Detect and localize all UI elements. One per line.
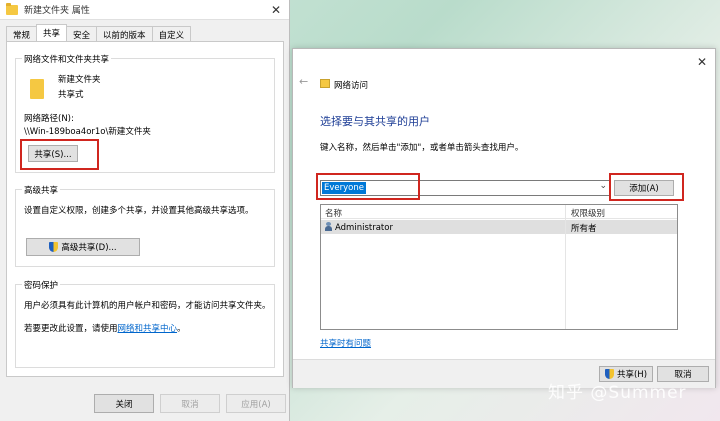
- column-permission[interactable]: 权限级别: [571, 207, 605, 219]
- column-divider: [565, 205, 566, 329]
- properties-titlebar: 新建文件夹 属性 ✕: [0, 0, 289, 20]
- tab-previous-versions[interactable]: 以前的版本: [96, 26, 153, 41]
- network-folder-icon: [320, 79, 330, 88]
- user-name: Administrator: [335, 223, 393, 233]
- permission-cell: 所有者: [571, 224, 597, 234]
- user-cell: Administrator: [325, 222, 393, 233]
- apply-button[interactable]: 应用(A): [226, 394, 286, 413]
- table-header: 名称 权限级别: [321, 205, 677, 219]
- dialog-heading: 选择要与其共享的用户: [320, 115, 430, 128]
- change-setting-suffix: 。: [177, 324, 186, 334]
- close-button[interactable]: 关闭: [94, 394, 154, 413]
- share-button-highlight: [20, 139, 99, 170]
- properties-footer: 关闭 取消 应用(A): [0, 385, 290, 421]
- cancel-button[interactable]: 取消: [160, 394, 220, 413]
- change-setting-text: 若要更改此设置，请使用网络和共享中心。: [24, 322, 186, 334]
- network-sharing-center-link[interactable]: 网络和共享中心: [118, 324, 178, 334]
- network-path-value: \\Win-189boa4or1o\新建文件夹: [24, 127, 151, 137]
- back-arrow-icon[interactable]: ←: [299, 75, 308, 88]
- password-protection-group: 密码保护 用户必须具有此计算机的用户帐户和密码，才能访问共享文件夹。 若要更改此…: [15, 279, 275, 368]
- properties-dialog: 新建文件夹 属性 ✕ 常规 共享 安全 以前的版本 自定义 网络文件和文件夹共享…: [0, 0, 290, 421]
- advanced-sharing-title: 高级共享: [22, 184, 61, 196]
- chevron-down-icon[interactable]: ⌄: [599, 181, 607, 191]
- folder-icon: [6, 2, 18, 15]
- shared-folder-icon: [30, 79, 44, 99]
- tab-general[interactable]: 常规: [6, 26, 38, 41]
- add-button-highlight: [609, 173, 684, 201]
- sharing-help-link[interactable]: 共享时有问题: [320, 337, 371, 349]
- advanced-sharing-description: 设置自定义权限，创建多个共享，并设置其他高级共享选项。: [24, 206, 254, 216]
- sharing-panel: 网络文件和文件夹共享 新建文件夹 共享式 网络路径(N): \\Win-189b…: [6, 41, 284, 377]
- network-path-label: 网络路径(N):: [24, 114, 74, 124]
- tab-customize[interactable]: 自定义: [151, 26, 192, 41]
- password-protection-description: 用户必须具有此计算机的用户帐户和密码，才能访问共享文件夹。: [24, 301, 271, 311]
- watermark: 知乎 @Summer: [548, 383, 687, 403]
- close-icon[interactable]: ✕: [697, 55, 707, 69]
- advanced-sharing-group: 高级共享 设置自定义权限，创建多个共享，并设置其他高级共享选项。 高级共享(D)…: [15, 184, 275, 267]
- table-row[interactable]: Administrator 所有者: [321, 220, 677, 234]
- network-sharing-title: 网络文件和文件夹共享: [22, 53, 112, 65]
- advanced-sharing-button[interactable]: 高级共享(D)...: [26, 238, 140, 256]
- share-status: 共享式: [58, 90, 84, 100]
- users-table: 名称 权限级别 Administrator 所有者: [320, 204, 678, 330]
- password-protection-title: 密码保护: [22, 279, 61, 291]
- tab-sharing[interactable]: 共享: [36, 24, 68, 41]
- input-highlight: [316, 173, 420, 200]
- network-access-dialog: ✕ ← 网络访问 选择要与其共享的用户 键入名称，然后单击"添加"，或者单击箭头…: [292, 48, 716, 388]
- column-name[interactable]: 名称: [325, 207, 342, 219]
- change-setting-prefix: 若要更改此设置，请使用: [24, 324, 118, 334]
- shield-icon: [49, 242, 59, 252]
- instruction-text: 键入名称，然后单击"添加"，或者单击箭头查找用户。: [320, 143, 524, 153]
- properties-tabs: 常规 共享 安全 以前的版本 自定义: [6, 24, 192, 41]
- close-icon[interactable]: ✕: [269, 3, 283, 17]
- user-icon: [325, 222, 332, 231]
- folder-name: 新建文件夹: [58, 75, 101, 85]
- advanced-sharing-label: 高级共享(D)...: [61, 243, 117, 253]
- network-access-title: 网络访问: [334, 81, 369, 91]
- tab-security[interactable]: 安全: [66, 26, 98, 41]
- properties-title: 新建文件夹 属性: [24, 6, 90, 16]
